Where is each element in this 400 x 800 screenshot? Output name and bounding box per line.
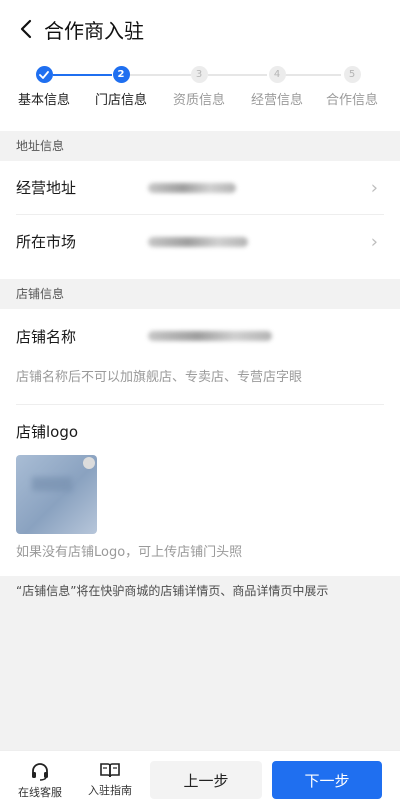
back-arrow-icon [20, 19, 32, 39]
step-store-info: 2 门店信息 [81, 66, 161, 108]
step-circle: 2 [112, 66, 130, 83]
step-basic-info: 基本信息 [4, 66, 84, 108]
step-circle [35, 66, 53, 83]
bottom-action-bar: 在线客服 入驻指南 上一步 下一步 [0, 750, 400, 799]
previous-step-button[interactable]: 上一步 [150, 761, 262, 799]
progress-stepper: 基本信息 2 门店信息 3 资质信息 4 经营信息 5 合作信息 [0, 66, 400, 122]
chevron-right-icon: › [370, 231, 378, 252]
business-address-label: 经营地址 [16, 179, 77, 197]
info-note: “店铺信息”将在快驴商城的店铺详情页、商品详情页中展示 [0, 576, 400, 750]
chevron-right-icon: › [370, 177, 378, 198]
step-label: 合作信息 [325, 93, 378, 108]
page-title: 合作商入驻 [44, 18, 144, 43]
step-label: 门店信息 [94, 93, 147, 108]
remove-image-icon[interactable] [83, 457, 95, 469]
market-value [148, 236, 248, 247]
info-note-text: “店铺信息”将在快驴商城的店铺详情页、商品详情页中展示 [16, 584, 329, 598]
logo-image-content [32, 477, 72, 491]
store-name-label: 店铺名称 [16, 327, 77, 346]
app-header: 合作商入驻 [0, 0, 400, 58]
market-label: 所在市场 [16, 233, 77, 251]
step-circle: 4 [268, 66, 286, 83]
store-section-header: 店铺信息 [0, 279, 400, 309]
online-service-label: 在线客服 [18, 786, 62, 799]
business-address-row[interactable]: 经营地址 › [0, 161, 400, 214]
market-row[interactable]: 所在市场 › [0, 215, 400, 268]
step-label: 资质信息 [172, 93, 225, 108]
step-circle: 3 [190, 66, 208, 83]
address-section-header: 地址信息 [0, 131, 400, 161]
step-business-info: 4 经营信息 [237, 66, 317, 108]
step-qualification-info: 3 资质信息 [159, 66, 239, 108]
headset-icon [32, 763, 48, 781]
row-divider [16, 404, 384, 405]
logo-hint: 如果没有店铺Logo，可上传店铺门头照 [16, 545, 243, 560]
settle-guide-button[interactable]: 入驻指南 [80, 761, 140, 798]
step-circle: 5 [343, 66, 361, 83]
store-logo-label: 店铺logo [16, 423, 79, 441]
store-name-input[interactable] [148, 331, 272, 341]
check-icon [39, 70, 49, 79]
step-cooperation-info: 5 合作信息 [312, 66, 392, 108]
store-name-hint: 店铺名称后不可以加旗舰店、专卖店、专营店字眼 [16, 370, 303, 385]
step-label: 经营信息 [250, 93, 303, 108]
business-address-value [148, 182, 236, 193]
back-button[interactable] [14, 14, 38, 44]
book-icon [100, 763, 120, 778]
settle-guide-label: 入驻指南 [88, 784, 132, 797]
store-logo-upload[interactable] [16, 455, 97, 534]
online-service-button[interactable]: 在线客服 [10, 761, 70, 800]
next-step-button[interactable]: 下一步 [272, 761, 382, 799]
step-label: 基本信息 [17, 93, 70, 108]
store-name-row[interactable]: 店铺名称 [0, 313, 400, 359]
